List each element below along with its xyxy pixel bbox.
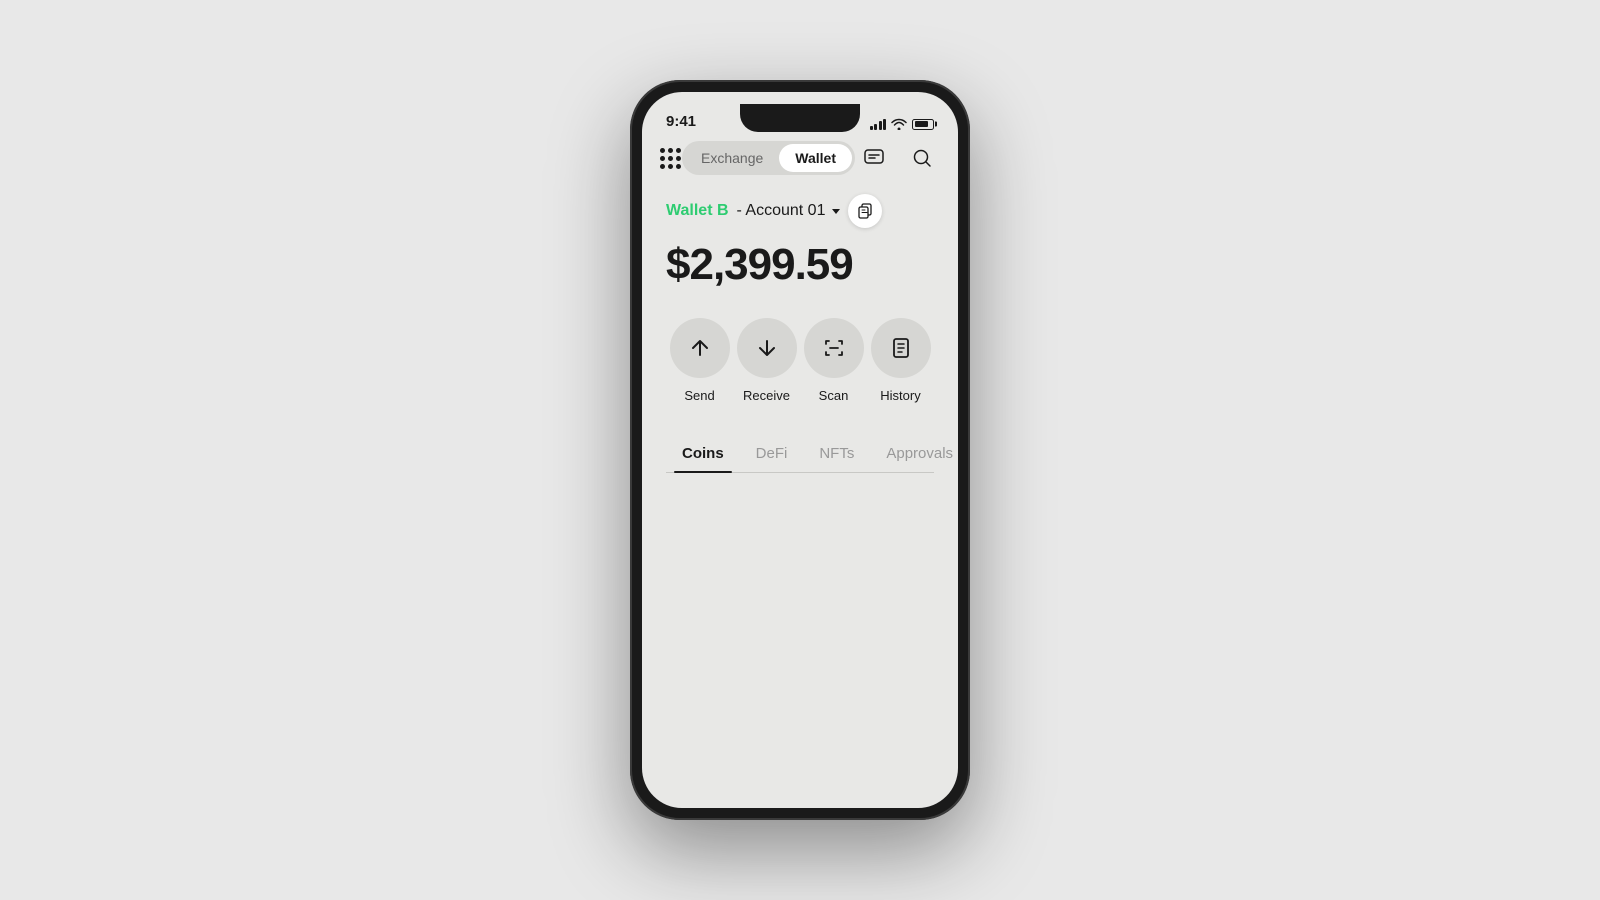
scan-icon-circle [804, 318, 864, 378]
send-action[interactable]: Send [670, 318, 730, 403]
receive-action[interactable]: Receive [737, 318, 797, 403]
scan-action[interactable]: Scan [804, 318, 864, 403]
history-label: History [880, 388, 920, 403]
account-info: - Account 01 [737, 202, 841, 220]
history-icon [889, 336, 913, 360]
receive-icon [755, 336, 779, 360]
receive-icon-circle [737, 318, 797, 378]
send-label: Send [684, 388, 714, 403]
account-dropdown-arrow[interactable] [832, 209, 840, 214]
messages-button[interactable] [856, 140, 892, 176]
tab-nfts[interactable]: NFTs [803, 435, 870, 472]
exchange-wallet-switcher: Exchange Wallet [682, 141, 855, 175]
signal-icon [870, 119, 887, 130]
history-icon-circle [871, 318, 931, 378]
wallet-name: Wallet B [666, 202, 729, 220]
send-icon [688, 336, 712, 360]
phone-notch [740, 104, 860, 132]
search-button[interactable] [904, 140, 940, 176]
content-tab-bar: Coins DeFi NFTs Approvals [666, 435, 934, 473]
phone-container: 9:41 [630, 80, 970, 820]
app-header: Exchange Wallet [642, 136, 958, 186]
header-right-actions [856, 140, 940, 176]
status-icons [870, 118, 935, 130]
wifi-icon [891, 118, 907, 130]
copy-address-button[interactable] [848, 194, 882, 228]
status-time: 9:41 [666, 113, 696, 130]
receive-label: Receive [743, 388, 790, 403]
tab-defi[interactable]: DeFi [740, 435, 804, 472]
tab-approvals[interactable]: Approvals [870, 435, 958, 472]
battery-icon [912, 119, 934, 130]
phone-screen: 9:41 [642, 92, 958, 808]
wallet-tab[interactable]: Wallet [779, 144, 852, 172]
exchange-tab[interactable]: Exchange [685, 144, 779, 172]
action-buttons: Send Receive [666, 318, 934, 403]
account-row: Wallet B - Account 01 [666, 194, 934, 228]
history-action[interactable]: History [871, 318, 931, 403]
scan-icon [822, 336, 846, 360]
grid-menu-icon[interactable] [660, 148, 681, 169]
account-label: - Account 01 [737, 202, 826, 220]
scan-label: Scan [819, 388, 849, 403]
main-content: Wallet B - Account 01 $2,399.59 [642, 186, 958, 808]
send-icon-circle [670, 318, 730, 378]
tab-coins[interactable]: Coins [666, 435, 740, 472]
balance-display: $2,399.59 [666, 240, 934, 290]
